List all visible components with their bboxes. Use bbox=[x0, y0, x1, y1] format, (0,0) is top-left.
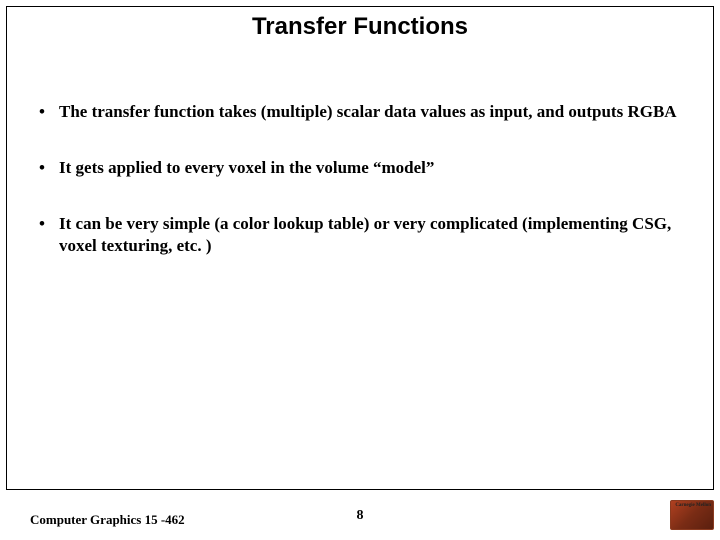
list-item: The transfer function takes (multiple) s… bbox=[35, 101, 685, 123]
logo-text: Carnegie Mellon bbox=[675, 503, 711, 508]
list-item: It can be very simple (a color lookup ta… bbox=[35, 213, 685, 257]
page-number: 8 bbox=[357, 508, 364, 524]
slide-title: Transfer Functions bbox=[7, 7, 713, 61]
bullet-list: The transfer function takes (multiple) s… bbox=[35, 101, 685, 257]
university-logo: Carnegie Mellon bbox=[670, 500, 714, 530]
slide-content: The transfer function takes (multiple) s… bbox=[7, 61, 713, 257]
footer-course: Computer Graphics 15 -462 bbox=[30, 512, 185, 528]
slide-footer: Computer Graphics 15 -462 8 Carnegie Mel… bbox=[0, 500, 720, 530]
list-item: It gets applied to every voxel in the vo… bbox=[35, 157, 685, 179]
slide-frame: Transfer Functions The transfer function… bbox=[6, 6, 714, 490]
